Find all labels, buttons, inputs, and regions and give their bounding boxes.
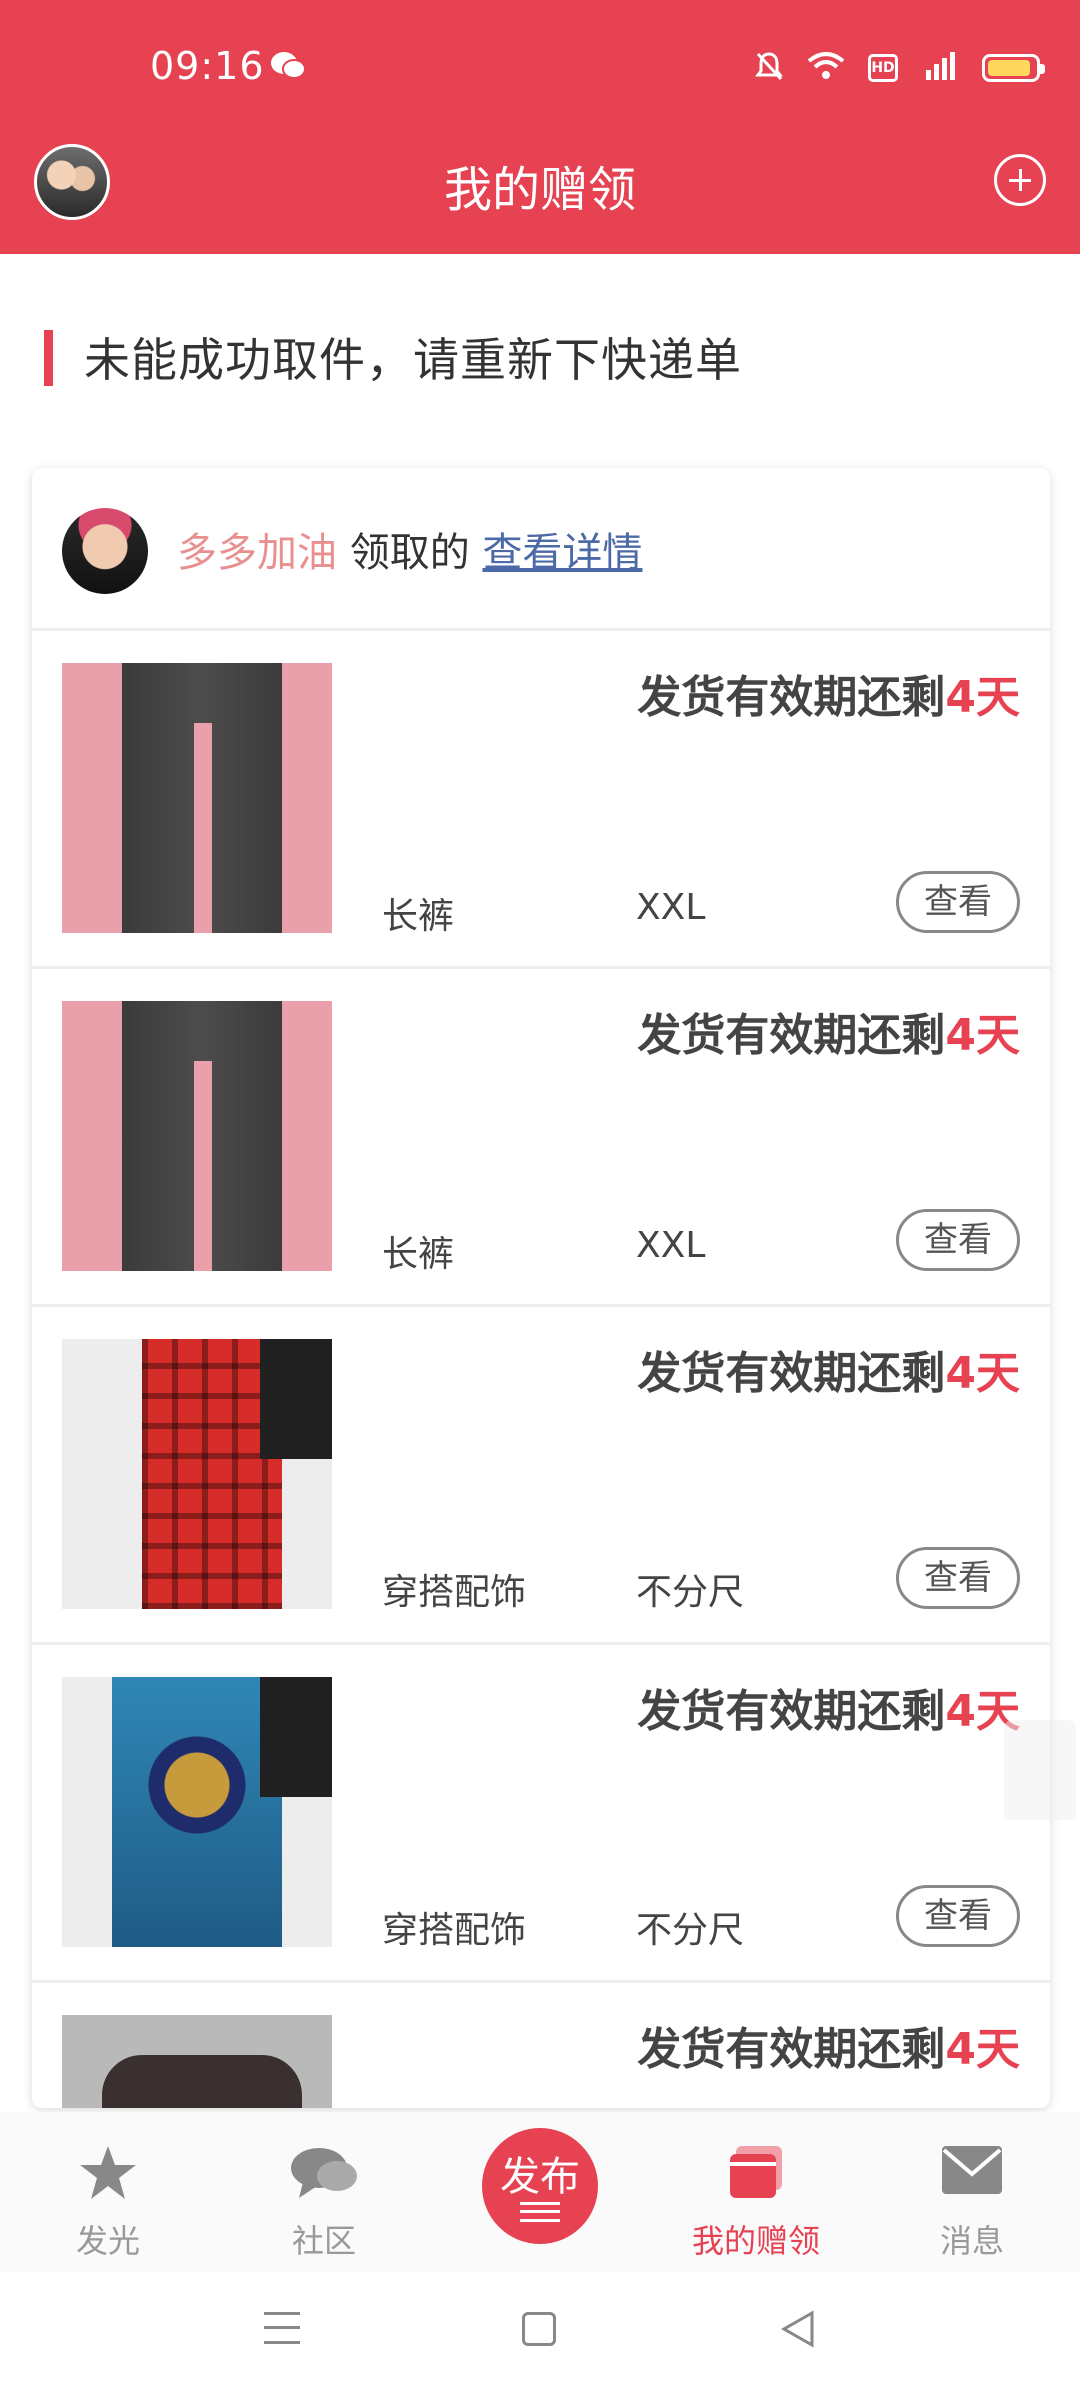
publish-label: 发布 [500,2154,580,2200]
add-button[interactable] [994,154,1046,206]
item-thumbnail[interactable] [62,1001,332,1271]
status-icons: HD [754,50,1045,86]
scroll-handle[interactable] [1004,1720,1076,1820]
nav-label: 发光 [75,2222,140,2260]
ship-deadline: 发货有效期还剩4天 [637,1010,1020,1061]
battery-icon [982,54,1045,82]
gift-box-icon [726,2144,786,2206]
notice-text: 未能成功取件，请重新下快递单 [84,333,742,387]
ship-deadline: 发货有效期还剩4天 [637,672,1020,723]
item-size: 不分尺 [636,1572,745,1613]
app-bar: 我的赠领 [0,140,1080,254]
page-title: 我的赠领 [443,162,636,218]
wifi-icon [806,51,846,85]
nav-item-my-gifts[interactable]: 我的赠领 [648,2130,864,2260]
item-category: 长裤 [382,1234,455,1275]
ship-deadline: 发货有效期还剩4天 [637,2024,1020,2075]
mail-icon [940,2144,1004,2200]
item-size: 不分尺 [636,1910,745,1951]
nav-label: 我的赠领 [691,2222,820,2260]
list-item[interactable]: 发货有效期还剩4天 穿搭配饰 不分尺 查看 [32,1307,1050,1645]
list-item[interactable]: 发货有效期还剩4天 长裤 XXL 查看 [32,969,1050,1307]
claimer-name[interactable]: 多多加油 [177,530,337,576]
view-button[interactable]: 查看 [896,1885,1020,1947]
item-category: 穿搭配饰 [382,1910,527,1951]
item-category: 穿搭配饰 [382,1572,527,1613]
hd-icon: HD [868,54,898,82]
wechat-icon [270,50,306,86]
nav-item-community[interactable]: 社区 [216,2130,432,2260]
item-size: XXL [636,887,706,928]
ship-deadline: 发货有效期还剩4天 [637,1348,1020,1399]
status-time: 09:16 [150,44,265,88]
list-item[interactable]: 发货有效期还剩4天 穿搭配饰 不分尺 查看 [32,1645,1050,1983]
back-icon[interactable] [780,2310,816,2352]
nav-item-messages[interactable]: 消息 [864,2130,1080,2260]
item-thumbnail[interactable] [62,1677,332,1947]
home-icon[interactable] [522,2312,556,2346]
list-item[interactable]: 发货有效期还剩4天 长裤 XXL 查看 [32,631,1050,969]
view-detail-link[interactable]: 查看详情 [482,530,642,576]
app-header: 09:16 HD 我的赠领 [0,0,1080,254]
claimer-line: 多多加油 领取的 查看详情 [177,520,642,578]
ship-deadline: 发货有效期还剩4天 [637,1686,1020,1737]
publish-button[interactable]: 发布 [482,2128,598,2244]
notice-section: 未能成功取件，请重新下快递单 [0,262,1080,432]
signal-5g-icon [920,50,960,86]
menu-icon[interactable] [264,2312,300,2344]
user-avatar[interactable] [62,508,148,594]
view-button[interactable]: 查看 [896,1547,1020,1609]
system-nav-bar [0,2272,1080,2400]
item-thumbnail[interactable] [62,2015,332,2108]
claim-card: 多多加油 领取的 查看详情 发货有效期还剩4天 长裤 XXL 查看 发货有效期还… [32,468,1050,2108]
nav-item-glow[interactable]: 发光 [0,2130,216,2260]
item-size: XXL [636,1225,706,1266]
publish-icon [520,2202,560,2222]
item-thumbnail[interactable] [62,1339,332,1609]
item-thumbnail[interactable] [62,663,332,933]
mute-bell-icon [754,50,784,86]
nav-label: 社区 [291,2222,356,2260]
chat-bubble-icon [289,2144,359,2208]
claimed-text: 领取的 [337,530,483,576]
notice-accent-bar [44,330,53,386]
star-icon [78,2144,138,2206]
status-bar: 09:16 HD [0,0,1080,140]
view-button[interactable]: 查看 [896,1209,1020,1271]
bottom-nav: 发光 社区 发布 我的赠领 消息 [0,2112,1080,2272]
nav-label: 消息 [939,2222,1004,2260]
card-header: 多多加油 领取的 查看详情 [32,468,1050,631]
list-item[interactable]: 发货有效期还剩4天 [32,1983,1050,2108]
view-button[interactable]: 查看 [896,871,1020,933]
item-category: 长裤 [382,896,455,937]
